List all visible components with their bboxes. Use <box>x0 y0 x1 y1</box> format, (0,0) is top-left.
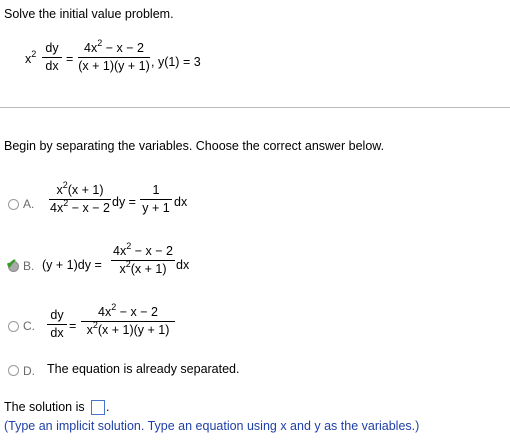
solution-answer-box[interactable] <box>91 400 105 415</box>
section-divider <box>0 107 510 108</box>
equals-sign: = <box>66 52 74 66</box>
radio-a[interactable] <box>8 199 19 210</box>
option-c-right-fraction: 4x2 − x − 2 x2(x + 1)(y + 1) <box>81 303 175 338</box>
option-d-text: The equation is already separated. <box>47 362 240 376</box>
option-a-dx: dx <box>174 195 188 209</box>
solution-prefix: The solution is <box>4 400 85 414</box>
option-b-fraction: 4x2 − x − 2 x2(x + 1) <box>111 242 175 277</box>
option-a-label: A. <box>23 197 35 211</box>
option-d-label: D. <box>23 364 35 378</box>
option-b-label: B. <box>23 259 35 273</box>
checkmark-icon: ✔ <box>6 256 17 271</box>
lhs-x: x2 <box>25 49 37 67</box>
initial-condition: , y(1) = 3 <box>151 55 201 69</box>
option-c-left-fraction: dy dx <box>47 308 67 341</box>
option-b-dx: dx <box>176 258 190 272</box>
step-instruction: Begin by separating the variables. Choos… <box>4 139 385 153</box>
radio-d[interactable] <box>8 365 19 376</box>
option-a-right-fraction: 1y + 1 <box>140 183 172 216</box>
rhs-fraction: 4x2 − x − 2 (x + 1)(y + 1) <box>78 38 150 73</box>
radio-c[interactable] <box>8 321 19 332</box>
lhs-fraction: dy dx <box>42 41 62 74</box>
option-c-equals: = <box>69 319 77 333</box>
solution-hint: (Type an implicit solution. Type an equa… <box>4 419 420 433</box>
problem-prompt: Solve the initial value problem. <box>4 7 174 21</box>
option-c-label: C. <box>23 319 35 333</box>
solution-suffix: . <box>106 400 110 414</box>
option-a-left-fraction: x2(x + 1) 4x2 − x − 2 <box>49 180 111 215</box>
option-a-middle: dy = <box>112 195 136 209</box>
option-b-lhs: (y + 1)dy = <box>42 258 102 272</box>
